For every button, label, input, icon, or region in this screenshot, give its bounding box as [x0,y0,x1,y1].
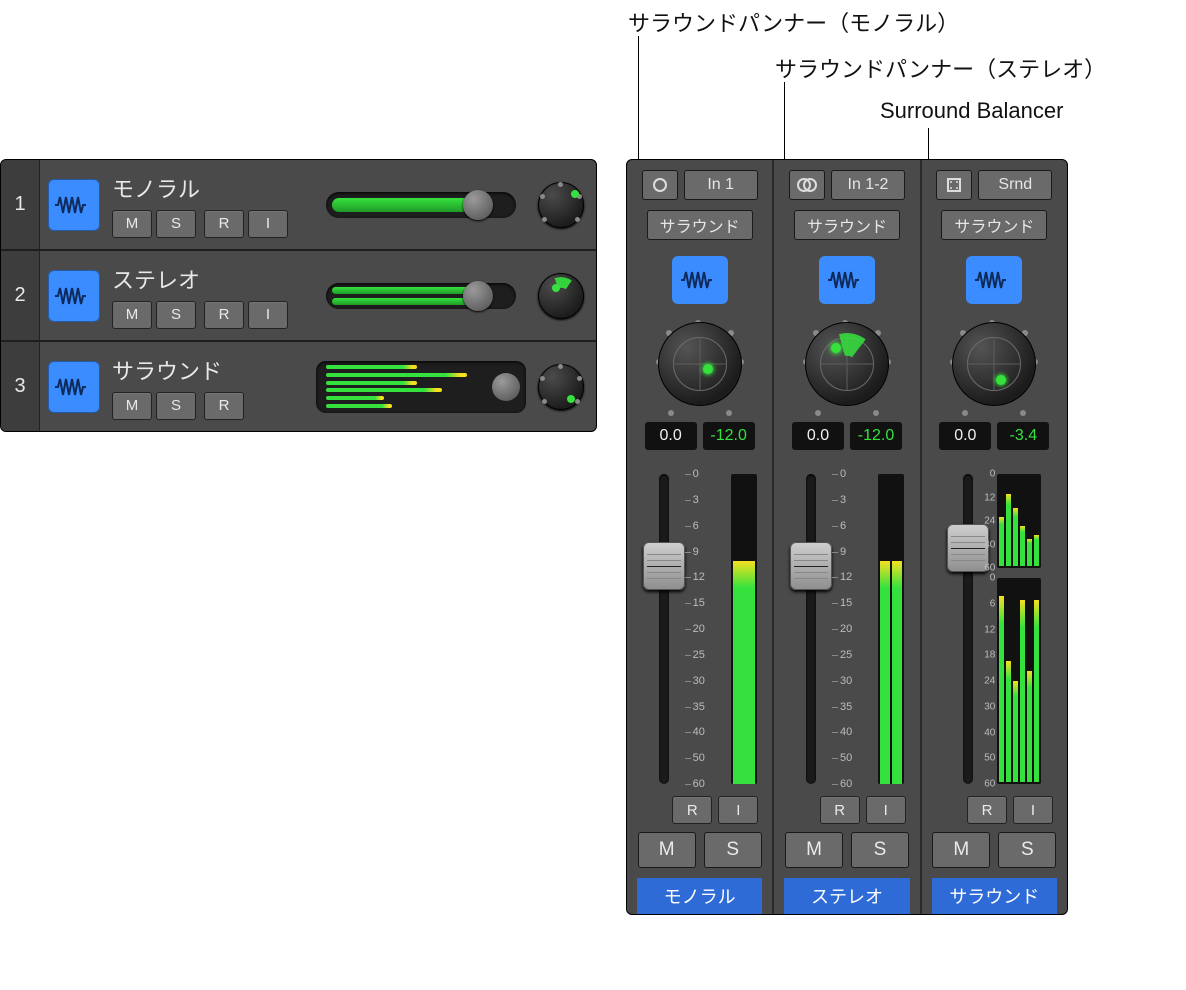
track-icon[interactable] [40,160,108,249]
peak-readout[interactable]: -12.0 [850,422,902,450]
input-select[interactable]: In 1-2 [831,170,905,200]
track-row[interactable]: 3 サラウンド M S R [1,342,596,431]
volume-fader[interactable] [643,474,685,784]
input-select[interactable]: In 1 [684,170,758,200]
audio-wave-icon [48,361,100,413]
input-button[interactable]: I [1013,796,1053,824]
input-select[interactable]: Srnd [978,170,1052,200]
surround-meter: 0122440600612182430405060 [997,474,1041,784]
input-button[interactable]: I [248,301,288,329]
solo-button[interactable]: S [156,392,196,420]
mute-button[interactable]: M [638,832,696,868]
output-route[interactable]: サラウンド [941,210,1047,240]
gain-readout[interactable]: 0.0 [645,422,697,450]
track-name: ステレオ [112,263,308,295]
surround-icon[interactable] [936,170,972,200]
track-row[interactable]: 1 モノラル M S R I [1,160,596,251]
fader-scale: 0369121520253035405060 [840,474,870,784]
pan-knob-stereo[interactable] [538,273,584,319]
track-icon[interactable] [40,251,108,340]
audio-wave-icon [48,179,100,231]
peak-readout[interactable]: -3.4 [997,422,1049,450]
channel-name[interactable]: ステレオ [784,878,909,914]
channel-strip: In 1-2 サラウンド 0.0-12.0 036912152025303540506… [774,160,921,914]
pan-knob-mono[interactable] [538,182,584,228]
mute-button[interactable]: M [785,832,843,868]
fader-scale: 0369121520253035405060 [693,474,723,784]
record-button[interactable]: R [967,796,1007,824]
channel-strip: In 1 サラウンド 0.0-12.0 0369121520253035405060 R… [627,160,774,914]
surround-panner[interactable] [805,322,889,406]
level-meter [878,474,904,784]
mute-button[interactable]: M [112,301,152,329]
solo-button[interactable]: S [704,832,762,868]
track-number: 3 [1,342,40,431]
mute-button[interactable]: M [932,832,990,868]
output-route[interactable]: サラウンド [647,210,753,240]
callout-balancer: Surround Balancer [880,98,1063,124]
gain-readout[interactable]: 0.0 [792,422,844,450]
record-button[interactable]: R [204,392,244,420]
record-button[interactable]: R [204,301,244,329]
audio-wave-icon [819,256,875,304]
solo-button[interactable]: S [998,832,1056,868]
mute-button[interactable]: M [112,392,152,420]
audio-wave-icon [48,270,100,322]
gain-readout[interactable]: 0.0 [939,422,991,450]
output-route[interactable]: サラウンド [794,210,900,240]
volume-fader[interactable] [790,474,832,784]
solo-button[interactable]: S [156,210,196,238]
multichannel-meter[interactable] [316,361,526,413]
volume-slider[interactable] [326,283,516,309]
channel-name[interactable]: サラウンド [932,878,1057,914]
solo-button[interactable]: S [156,301,196,329]
surround-panner[interactable] [658,322,742,406]
record-button[interactable]: R [204,210,244,238]
track-name: モノラル [112,172,308,204]
pan-knob-surround[interactable] [538,364,584,410]
surround-panner[interactable] [952,322,1036,406]
record-button[interactable]: R [820,796,860,824]
mixer-panel: In 1サラウンド0.0-12.00369121520253035405060R… [626,159,1068,915]
channel-strip: Srnd サラウンド 0.0-3.4 012244060061218243040506… [922,160,1067,914]
callout-mono: サラウンドパンナー（モノラル） [628,6,959,38]
input-button[interactable]: I [248,210,288,238]
record-button[interactable]: R [672,796,712,824]
track-name: サラウンド [112,354,308,386]
track-icon[interactable] [40,342,108,431]
mono-circle[interactable] [642,170,678,200]
mute-button[interactable]: M [112,210,152,238]
level-meter [731,474,757,784]
track-row[interactable]: 2 ステレオ M S R I [1,251,596,342]
channel-name[interactable]: モノラル [637,878,762,914]
volume-slider[interactable] [326,192,516,218]
peak-readout[interactable]: -12.0 [703,422,755,450]
solo-button[interactable]: S [851,832,909,868]
audio-wave-icon [672,256,728,304]
track-list: 1 モノラル M S R I [0,159,597,432]
stereo-circles[interactable] [789,170,825,200]
track-number: 2 [1,251,40,340]
audio-wave-icon [966,256,1022,304]
input-button[interactable]: I [718,796,758,824]
track-number: 1 [1,160,40,249]
input-button[interactable]: I [866,796,906,824]
callout-stereo: サラウンドパンナー（ステレオ） [775,52,1106,84]
